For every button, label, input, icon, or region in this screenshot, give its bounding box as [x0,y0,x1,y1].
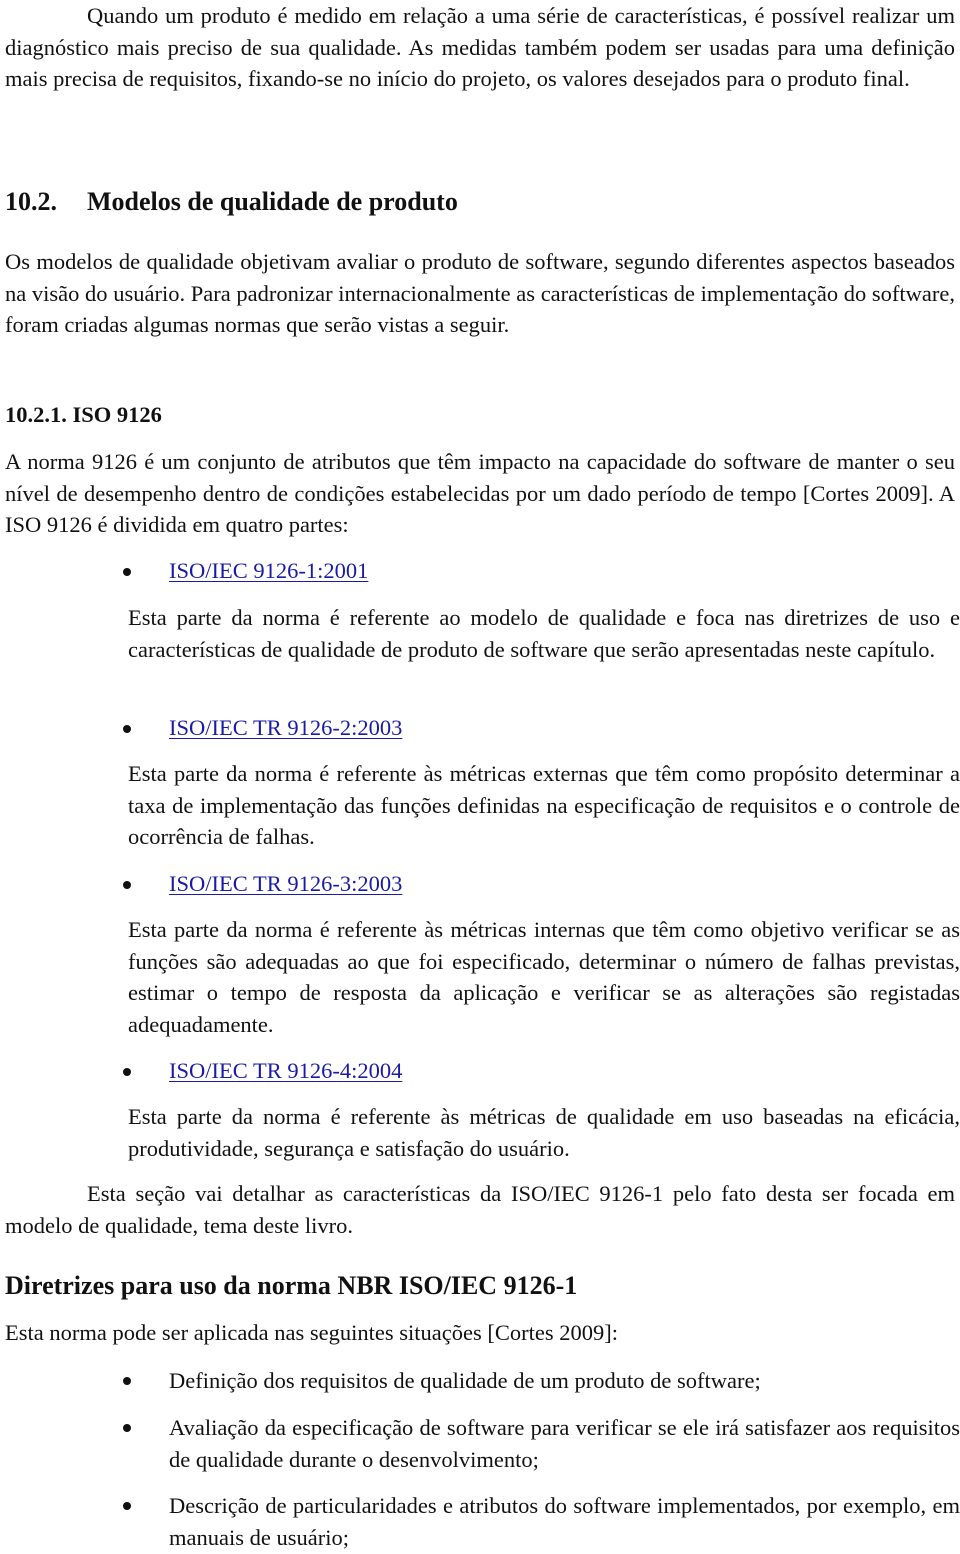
situation-item: Avaliação da especificação de software p… [123,1412,960,1475]
guidelines-heading: Diretrizes para uso da norma NBR ISO/IEC… [5,1271,578,1300]
situation-item: Descrição de particularidades e atributo… [123,1490,960,1553]
section-heading-10-2: 10.2. Modelos de qualidade de produto [5,186,458,218]
section-number: 10.2. [5,187,57,216]
iso-part-link[interactable]: ISO/IEC TR 9126-4:2004 [169,1055,402,1087]
situation-text: Definição dos requisitos de qualidade de… [169,1368,761,1393]
bullet-icon [123,568,131,576]
section-10-2-paragraph: Os modelos de qualidade objetivam avalia… [5,249,955,337]
situation-text: Avaliação da especificação de software p… [169,1415,960,1472]
closing-paragraph: Esta seção vai detalhar as característic… [5,1181,955,1238]
guidelines-intro: Esta norma pode ser aplicada nas seguint… [5,1320,618,1345]
iso-part-link[interactable]: ISO/IEC TR 9126-2:2003 [169,712,402,744]
iso-part-description: Esta parte da norma é referente às métri… [128,917,960,1037]
iso-part-description: Esta parte da norma é referente ao model… [128,605,960,662]
intro-paragraph: Quando um produto é medido em relação a … [5,3,955,91]
iso-part-description: Esta parte da norma é referente às métri… [128,1104,960,1161]
bullet-icon [123,1502,131,1510]
bullet-icon [123,881,131,889]
iso-part-description: Esta parte da norma é referente às métri… [128,761,960,849]
situation-item: Definição dos requisitos de qualidade de… [123,1365,960,1397]
iso-part-link[interactable]: ISO/IEC TR 9126-3:2003 [169,868,402,900]
bullet-icon [123,1424,131,1432]
iso-part-link[interactable]: ISO/IEC 9126-1:2001 [169,555,368,587]
subsection-heading-iso-9126: 10.2.1. ISO 9126 [5,402,162,427]
bullet-icon [123,1377,131,1385]
iso-9126-paragraph: A norma 9126 é um conjunto de atributos … [5,449,955,537]
bullet-icon [123,725,131,733]
section-title: Modelos de qualidade de produto [87,187,458,216]
bullet-icon [123,1068,131,1076]
situation-text: Descrição de particularidades e atributo… [169,1493,960,1550]
